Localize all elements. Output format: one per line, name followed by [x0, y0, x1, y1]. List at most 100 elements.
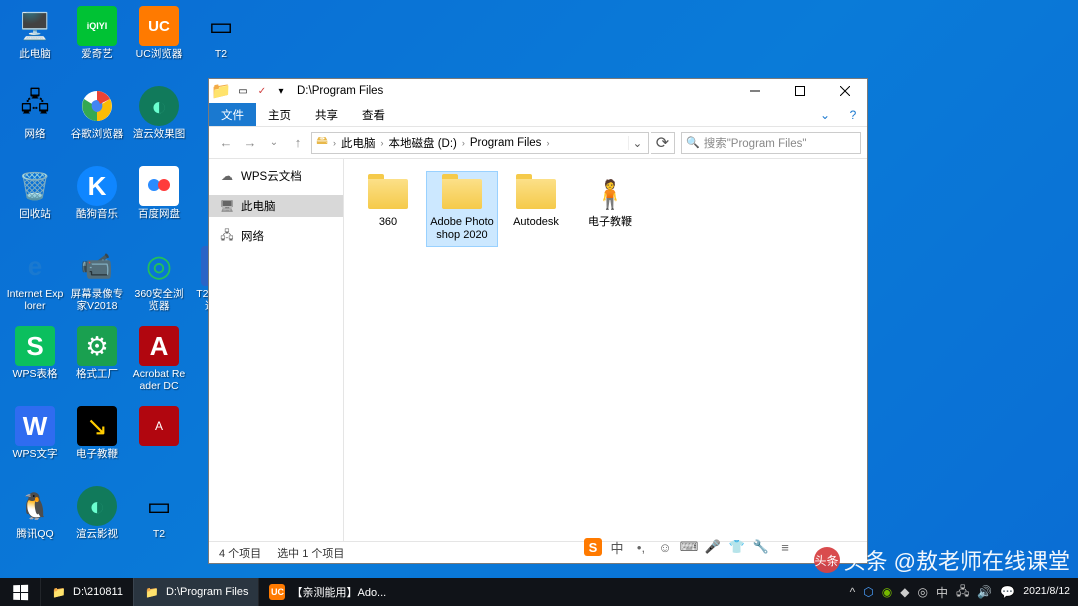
refresh-button[interactable]: ⟳ [651, 132, 675, 154]
desktop-icon-iqiyi[interactable]: iQIYI爱奇艺 [66, 6, 128, 86]
crumb-folder[interactable]: Program Files [468, 137, 544, 149]
folder-360[interactable]: 360 [352, 171, 424, 234]
watermark: 头条 头条 @敖老师在线课堂 [814, 544, 1070, 576]
status-count: 4 个项目 [219, 545, 261, 561]
chevron-right-icon[interactable]: › [378, 138, 387, 148]
ime-punct-icon[interactable]: •, [632, 538, 650, 556]
address-bar-row: ← → ⌄ ↑ 🖴 › 此电脑 › 本地磁盘 (D:) › Program Fi… [209, 127, 867, 159]
start-button[interactable] [0, 578, 40, 606]
tray-shield-icon[interactable]: ⬡ [863, 585, 873, 599]
titlebar[interactable]: 📁 ▭ ✓ ▾ D:\Program Files [209, 79, 867, 103]
quick-access-toolbar: ▭ ✓ ▾ [235, 83, 289, 99]
sogou-icon[interactable]: S [584, 538, 602, 556]
nav-this-pc[interactable]: 🖥此电脑 [209, 195, 343, 217]
ime-emoji-icon[interactable]: ☺ [656, 538, 674, 556]
status-selected: 选中 1 个项目 [277, 545, 344, 561]
chevron-right-icon[interactable]: › [459, 138, 468, 148]
folder-autodesk[interactable]: Autodesk [500, 171, 572, 234]
ime-bar[interactable]: S 中 •, ☺ ⌨ 🎤 👕 🔧 ≡ [582, 536, 796, 558]
desktop-icon-recycle-bin[interactable]: 🗑️回收站 [4, 166, 66, 246]
folder-icon: 📁 [213, 83, 229, 99]
cloud-icon: ☁ [219, 168, 235, 184]
tray-app2-icon[interactable]: ◎ [917, 585, 927, 599]
breadcrumb-bar[interactable]: 🖴 › 此电脑 › 本地磁盘 (D:) › Program Files › ⌄ [311, 132, 649, 154]
desktop-icon-qq[interactable]: 🐧腾讯QQ [4, 486, 66, 566]
tab-share[interactable]: 共享 [303, 103, 350, 126]
file-list[interactable]: 360 Adobe Photoshop 2020 Autodesk 🧍电子教鞭 [344, 159, 867, 541]
taskbar-item-2[interactable]: UC【亲测能用】Ado... [258, 578, 396, 606]
taskbar: 📁D:\210811 📁D:\Program Files UC【亲测能用】Ado… [0, 578, 1078, 606]
app-pointer[interactable]: 🧍电子教鞭 [574, 171, 646, 234]
minimize-button[interactable] [732, 79, 777, 103]
tab-home[interactable]: 主页 [256, 103, 303, 126]
ime-mode[interactable]: 中 [608, 538, 626, 556]
tab-file[interactable]: 文件 [209, 103, 256, 126]
back-button[interactable]: ← [215, 132, 237, 154]
tray-date[interactable]: 2021/8/12 [1023, 586, 1070, 598]
chevron-right-icon[interactable]: › [543, 138, 552, 148]
desktop-icon-xuanyun-render[interactable]: ◐渲云效果图 [128, 86, 190, 166]
taskbar-item-1[interactable]: 📁D:\Program Files [133, 578, 259, 606]
folder-icon: 📁 [51, 584, 67, 600]
desktop-icon-wps-sheet[interactable]: SWPS表格 [4, 326, 66, 406]
desktop-icon-partial-1[interactable]: A [128, 406, 190, 486]
desktop-icon-baidu-netdisk[interactable]: 百度网盘 [128, 166, 190, 246]
tray-nvidia-icon[interactable]: ◉ [882, 585, 892, 599]
explorer-window: 📁 ▭ ✓ ▾ D:\Program Files 文件 主页 共享 查看 ⌄ ?… [208, 78, 868, 564]
desktop-icon-ie[interactable]: eInternet Explorer [4, 246, 66, 326]
search-box[interactable]: 🔍 搜索"Program Files" [681, 132, 861, 154]
desktop-icon-this-pc[interactable]: 🖥️此电脑 [4, 6, 66, 86]
desktop-icon-network[interactable]: 🖧网络 [4, 86, 66, 166]
close-button[interactable] [822, 79, 867, 103]
taskbar-item-0[interactable]: 📁D:\210811 [40, 578, 133, 606]
folder-icon: 📁 [144, 584, 160, 600]
recent-locations-icon[interactable]: ⌄ [263, 132, 285, 154]
tray-action-center-icon[interactable]: 💬 [1000, 585, 1015, 599]
ime-voice-icon[interactable]: 🎤 [704, 538, 722, 556]
desktop-icon-chrome[interactable]: 谷歌浏览器 [66, 86, 128, 166]
tray-volume-icon[interactable]: 🔊 [977, 585, 992, 599]
toutiao-icon: 头条 [814, 547, 840, 573]
ime-tool-icon[interactable]: 🔧 [752, 538, 770, 556]
qat-properties-icon[interactable]: ▭ [235, 83, 251, 99]
desktop-icon-partial-3[interactable]: ▭T2 [190, 6, 252, 86]
desktop-icon-360browser[interactable]: ◎360安全浏览器 [128, 246, 190, 326]
crumb-pc[interactable]: 此电脑 [339, 135, 378, 151]
tray-app-icon[interactable]: ◆ [900, 585, 909, 599]
nav-wps-cloud[interactable]: ☁WPS云文档 [209, 165, 343, 187]
desktop-icon-wps-word[interactable]: WWPS文字 [4, 406, 66, 486]
folder-adobe-photoshop[interactable]: Adobe Photoshop 2020 [426, 171, 498, 247]
window-title: D:\Program Files [297, 85, 732, 97]
desktop-icon-partial-2[interactable]: ▭T2 [128, 486, 190, 566]
qat-check-icon[interactable]: ✓ [254, 83, 270, 99]
tray-ime[interactable]: 中 [936, 584, 948, 601]
network-icon: 🖧 [219, 228, 235, 244]
tray-up-icon[interactable]: ^ [850, 585, 856, 599]
desktop-icon-screen-recorder[interactable]: 📹屏幕录像专家V2018 [66, 246, 128, 326]
nav-network[interactable]: 🖧网络 [209, 225, 343, 247]
crumb-drive[interactable]: 本地磁盘 (D:) [387, 135, 459, 151]
desktop-icon-kugou[interactable]: K酷狗音乐 [66, 166, 128, 246]
ribbon-expand-icon[interactable]: ⌄ [811, 103, 839, 126]
uc-icon: UC [269, 584, 285, 600]
forward-button[interactable]: → [239, 132, 261, 154]
desktop-icon-acrobat[interactable]: AAcrobat Reader DC [128, 326, 190, 406]
desktop-icon-uc[interactable]: UCUC浏览器 [128, 6, 190, 86]
desktop-icon-xuanyun-video[interactable]: ◐渲云影视 [66, 486, 128, 566]
ime-keyboard-icon[interactable]: ⌨ [680, 538, 698, 556]
ime-skin-icon[interactable]: 👕 [728, 538, 746, 556]
maximize-button[interactable] [777, 79, 822, 103]
qat-dropdown-icon[interactable]: ▾ [273, 83, 289, 99]
address-dropdown-icon[interactable]: ⌄ [628, 136, 646, 150]
tray-network-icon[interactable]: 🖧 [956, 582, 969, 603]
desktop-icon-format-factory[interactable]: ⚙格式工厂 [66, 326, 128, 406]
up-button[interactable]: ↑ [287, 132, 309, 154]
desktop-icon-pointer[interactable]: ↘电子教鞭 [66, 406, 128, 486]
tab-view[interactable]: 查看 [350, 103, 397, 126]
search-icon: 🔍 [686, 136, 700, 149]
ime-menu-icon[interactable]: ≡ [776, 538, 794, 556]
system-tray[interactable]: ^ ⬡ ◉ ◆ ◎ 中 🖧 🔊 💬 2021/8/12 [842, 582, 1078, 603]
chevron-right-icon[interactable]: › [330, 138, 339, 148]
ribbon-tabs: 文件 主页 共享 查看 ⌄ ? [209, 103, 867, 127]
help-icon[interactable]: ? [839, 103, 867, 126]
